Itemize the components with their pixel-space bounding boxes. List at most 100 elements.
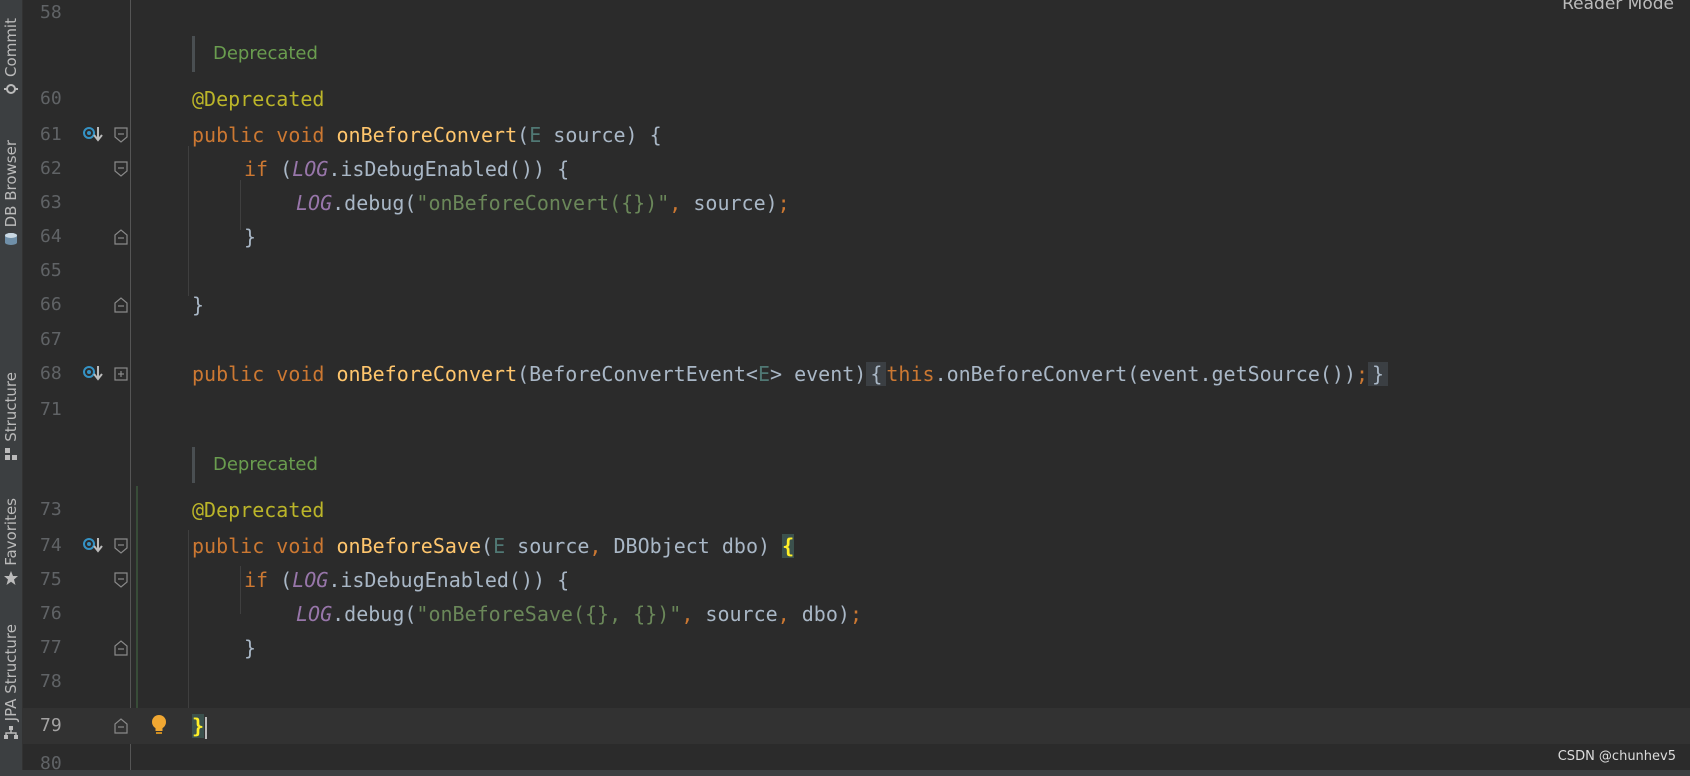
line-number[interactable]: 67: [40, 329, 92, 350]
code-token: ) {: [625, 123, 662, 147]
commit-icon: [3, 81, 19, 97]
code-text: @Deprecated: [192, 87, 324, 111]
fold-toggle-icon[interactable]: [114, 572, 128, 588]
code-line[interactable]: 58: [22, 0, 1690, 31]
punctuation: ;: [849, 602, 862, 626]
static-field: LOG: [296, 191, 333, 215]
line-number[interactable]: 76: [40, 603, 92, 624]
code-line[interactable]: 76 LOG.debug("onBeforeSave({}, {})", sou…: [22, 596, 1690, 632]
bottom-bar: [0, 770, 1690, 776]
line-number[interactable]: 71: [40, 399, 92, 420]
code-token: source: [693, 602, 778, 626]
code-editor[interactable]: Reader Mode 58 Deprecated 60 @Deprecated…: [22, 0, 1690, 776]
line-number[interactable]: 75: [40, 569, 92, 590]
code-line[interactable]: 71: [22, 392, 1690, 428]
code-text: public void onBeforeConvert(BeforeConver…: [192, 362, 1389, 386]
implements-method-icon[interactable]: [83, 125, 105, 143]
punctuation: ,: [669, 191, 682, 215]
fold-toggle-icon[interactable]: [114, 161, 128, 177]
type-parameter: E: [529, 123, 542, 147]
code-line[interactable]: 68 public void onBeforeConvert(BeforeCon…: [22, 356, 1690, 392]
line-number[interactable]: 73: [40, 499, 92, 520]
fold-toggle-icon[interactable]: [114, 538, 128, 554]
code-line[interactable]: 77 }: [22, 630, 1690, 666]
code-token: > event): [770, 362, 867, 386]
method-name: onBeforeSave: [336, 534, 482, 558]
fold-end-icon[interactable]: [114, 297, 128, 313]
line-number[interactable]: 58: [40, 2, 92, 23]
line-number[interactable]: 77: [40, 637, 92, 658]
implements-method-icon[interactable]: [83, 536, 105, 554]
code-line[interactable]: 64 }: [22, 219, 1690, 255]
code-text: public void onBeforeConvert(E source) {: [192, 123, 662, 147]
code-token: (: [268, 568, 293, 592]
code-line[interactable]: 62 if (LOG.isDebugEnabled()) {: [22, 151, 1690, 187]
fold-toggle-icon[interactable]: [114, 127, 128, 143]
code-line[interactable]: 75 if (LOG.isDebugEnabled()) {: [22, 562, 1690, 598]
code-line[interactable]: 60 @Deprecated: [22, 81, 1690, 117]
folded-region[interactable]: }: [1368, 362, 1389, 386]
punctuation: ;: [777, 191, 790, 215]
line-number[interactable]: 65: [40, 260, 92, 281]
line-number[interactable]: 63: [40, 192, 92, 213]
code-token: .debug(: [332, 191, 417, 215]
sidebar-tab-db-browser[interactable]: DB Browser: [0, 140, 22, 247]
code-text: if (LOG.isDebugEnabled()) {: [244, 568, 569, 592]
code-token: }: [1372, 362, 1385, 386]
line-number[interactable]: 66: [40, 294, 92, 315]
static-field: LOG: [292, 568, 329, 592]
sidebar-tab-label: Structure: [2, 372, 20, 442]
sidebar-tab-jpa-structure[interactable]: JPA Structure: [0, 624, 22, 741]
fold-end-icon[interactable]: [114, 718, 128, 734]
punctuation: ,: [589, 534, 602, 558]
code-line[interactable]: 63 LOG.debug("onBeforeConvert({})", sour…: [22, 185, 1690, 221]
code-token: source: [505, 534, 590, 558]
code-line-current[interactable]: 79 }: [22, 708, 1690, 744]
code-text: LOG.debug("onBeforeSave({}, {})", source…: [296, 602, 862, 626]
line-number[interactable]: 79: [40, 715, 92, 736]
code-text: LOG.debug("onBeforeConvert({})", source)…: [296, 191, 790, 215]
code-line[interactable]: 67: [22, 322, 1690, 358]
sidebar-tab-label: Favorites: [2, 498, 20, 566]
intention-bulb-icon[interactable]: [150, 714, 168, 736]
sidebar-tab-structure[interactable]: Structure: [0, 372, 22, 462]
line-number[interactable]: 60: [40, 88, 92, 109]
line-number[interactable]: 62: [40, 158, 92, 179]
tool-window-strip: Commit DB Browser Structure Favorites JP…: [0, 0, 23, 776]
code-line[interactable]: 65: [22, 253, 1690, 289]
code-line[interactable]: 78: [22, 664, 1690, 700]
code-line[interactable]: 74 public void onBeforeSave(E source, DB…: [22, 528, 1690, 564]
inlay-hint-deprecated: Deprecated: [192, 36, 318, 72]
code-token: (BeforeConvertEvent<: [517, 362, 758, 386]
code-line[interactable]: 73 @Deprecated: [22, 492, 1690, 528]
sidebar-tab-commit[interactable]: Commit: [0, 18, 22, 97]
inlay-hint-deprecated: Deprecated: [192, 447, 318, 483]
structure-icon: [3, 446, 19, 462]
code-line[interactable]: 66 }: [22, 287, 1690, 323]
line-number[interactable]: 64: [40, 226, 92, 247]
fold-end-icon[interactable]: [114, 229, 128, 245]
sidebar-tab-favorites[interactable]: Favorites: [0, 498, 22, 586]
line-number[interactable]: 78: [40, 671, 92, 692]
watermark-text: CSDN @chunhev5: [1557, 749, 1676, 764]
fold-end-icon[interactable]: [114, 640, 128, 656]
code-text: }: [244, 225, 256, 249]
db-browser-icon: [3, 231, 19, 247]
code-token: (: [517, 123, 530, 147]
sidebar-tab-label: Commit: [2, 18, 20, 77]
annotation: @Deprecated: [192, 87, 325, 111]
brace-match-highlight: {: [782, 534, 795, 558]
keyword: if: [244, 157, 269, 181]
code-line[interactable]: 61 public void onBeforeConvert(E source)…: [22, 117, 1690, 153]
keyword: this: [886, 362, 935, 386]
code-text: if (LOG.isDebugEnabled()) {: [244, 157, 569, 181]
folded-region[interactable]: {: [866, 362, 887, 386]
implements-method-icon[interactable]: [83, 364, 105, 382]
jpa-structure-icon: [3, 725, 19, 741]
method-name: onBeforeConvert: [336, 123, 518, 147]
code-token: (: [481, 534, 494, 558]
code-token: }: [244, 636, 257, 660]
fold-expand-icon[interactable]: [114, 366, 128, 382]
keyword: if: [244, 568, 269, 592]
code-token: .debug(: [332, 602, 417, 626]
